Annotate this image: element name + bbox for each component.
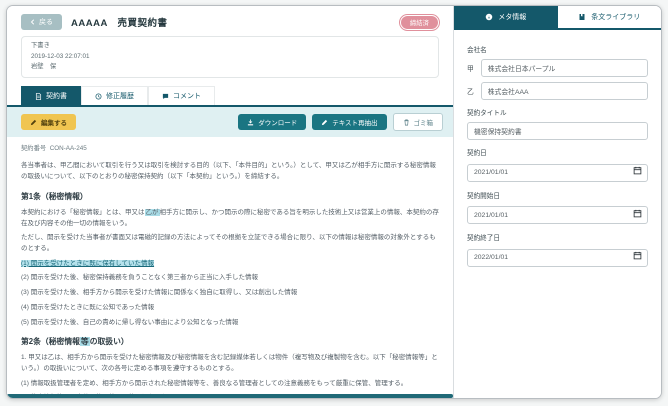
contract-date-field: [467, 161, 648, 182]
clock-icon: [95, 93, 102, 100]
book-icon: [579, 14, 585, 20]
contract-date-label: 契約日: [467, 150, 487, 157]
article2-heading-post: の取扱い）: [89, 337, 129, 347]
company-name-label: 会社名: [467, 47, 487, 54]
end-date-label: 契約終了日: [467, 235, 500, 242]
draft-datetime: 2019-12-03 22:07:01: [31, 52, 90, 60]
end-date-field: [467, 246, 648, 267]
clause-item: (3) 開示を受けた後、相手方から開示を受けた情報に関係なく独自に取得し、又は創…: [21, 289, 298, 297]
tab-comments-label: コメント: [173, 93, 201, 101]
party-b-row: 乙: [467, 82, 648, 100]
contract-panel: 戻る AAAAA 売買契約書 締結済 下書き 2019-12-03 22:07:…: [7, 6, 453, 398]
contract-intro-paragraph: 各当事者は、甲乙間において取引を行う又は取引を検討する目的（以下、「本件目的」と…: [21, 162, 436, 181]
contract-date-input[interactable]: [467, 163, 648, 182]
tab-contract-label: 契約書: [46, 93, 67, 101]
article1-proviso: ただし、開示を受けた当事者が書面又は電磁的記録の方法によってその根拠を立証できる…: [21, 234, 436, 252]
article2-heading: 第2条（秘密情報等の取扱い）: [21, 336, 439, 349]
highlighted-clause-link[interactable]: (1) 開示を受けたときに既に保有していた情報: [21, 259, 155, 267]
tab-clause-library-label: 条文ライブラリ: [591, 14, 641, 21]
app-window: 戻る AAAAA 売買契約書 締結済 下書き 2019-12-03 22:07:…: [6, 5, 662, 399]
page-title: AAAAA 売買契約書: [71, 18, 168, 29]
clause-item: (4) 開示を受けたときに既に公知であった情報: [21, 303, 155, 311]
tab-contract[interactable]: 契約書: [21, 86, 81, 106]
tab-clause-library[interactable]: 条文ライブラリ: [557, 6, 661, 28]
document-icon: [35, 92, 42, 100]
status-badge: 締結済: [399, 14, 439, 30]
trash-button[interactable]: ゴミ箱: [392, 113, 443, 132]
party-a-row: 甲: [467, 59, 648, 77]
contract-number-value: CON-AA-245: [49, 145, 87, 153]
article1-paragraph: 本契約における「秘密情報」とは、甲又は乙が相手方に開示し、かつ開示の際に秘密であ…: [21, 208, 439, 229]
info-circle-icon: [486, 13, 493, 21]
tab-meta-info[interactable]: メタ情報: [454, 6, 558, 28]
download-button[interactable]: ダウンロード: [238, 114, 307, 131]
edit-button-label: 編集する: [41, 120, 67, 128]
contract-title-label: 契約タイトル: [467, 110, 507, 117]
pencil-icon: [30, 119, 37, 125]
edit-button[interactable]: 編集する: [21, 114, 76, 131]
party-a-prefix: 甲: [467, 66, 474, 73]
tab-revision-history[interactable]: 修正履歴: [81, 86, 148, 106]
article2-highlighted-text[interactable]: 等: [79, 337, 90, 347]
reextract-text-button[interactable]: テキスト再抽出: [312, 114, 387, 131]
start-date-label: 契約開始日: [467, 192, 500, 200]
article1-highlighted-text[interactable]: 乙が: [144, 208, 160, 216]
horizontal-scrollbar[interactable]: [7, 394, 453, 398]
article2-clause1: 1. 甲又は乙は、相手方から開示を受けた秘密情報及び秘密情報を含む記録媒体若しく…: [21, 354, 438, 372]
article2-heading-pre: 第2条（秘密情報: [21, 337, 80, 347]
end-date-input[interactable]: [467, 248, 648, 267]
pencil-icon: [322, 119, 328, 125]
meta-info-form: 会社名 甲 乙 契約タイトル 契約日 契約開始日 契約終了日: [454, 30, 661, 282]
document-tabbar: 契約書 修正履歴 コメント: [7, 86, 453, 108]
contract-title-input[interactable]: [467, 122, 648, 140]
article1-heading: 第1条（秘密情報）: [21, 191, 88, 201]
document-toolbar: 編集する ダウンロード テキスト再抽出 ゴミ箱: [7, 107, 453, 137]
clause-item: (1) 開示を受けたときに既に保有していた情報: [21, 259, 439, 270]
draft-author: 岩壁 保: [31, 63, 57, 71]
download-button-label: ダウンロード: [258, 120, 298, 128]
download-icon: [248, 119, 254, 125]
contract-number-label: 契約番号: [21, 145, 47, 153]
contract-content-area: 編集する ダウンロード テキスト再抽出 ゴミ箱 契約番号 CON-AA-245: [7, 107, 453, 398]
reextract-text-button-label: テキスト再抽出: [332, 120, 378, 128]
back-button[interactable]: 戻る: [21, 14, 62, 30]
comment-icon: [162, 93, 169, 99]
start-date-input[interactable]: [467, 206, 648, 224]
start-date-field: [467, 204, 648, 224]
trash-button-label: ゴミ箱: [413, 120, 434, 128]
clause-item: (5) 開示を受けた後、自己の責めに帰し得ない事由により公知となった情報: [21, 318, 239, 326]
party-b-prefix: 乙: [467, 89, 474, 96]
sidebar-tabbar: メタ情報 条文ライブラリ: [454, 6, 661, 30]
draft-info-box: 下書き 2019-12-03 22:07:01 岩壁 保: [21, 36, 439, 79]
back-button-label: 戻る: [39, 19, 53, 26]
contract-header: 戻る AAAAA 売買契約書 締結済: [7, 6, 453, 33]
trash-icon: [403, 119, 409, 126]
contract-number: 契約番号 CON-AA-245: [21, 144, 439, 154]
article1-text-pre: 本契約における「秘密情報」とは、甲又は: [21, 208, 145, 216]
chevron-left-icon: [30, 19, 35, 25]
contract-document: 契約番号 CON-AA-245 各当事者は、甲乙間において取引を行う又は取引を検…: [7, 137, 453, 394]
tab-comments[interactable]: コメント: [148, 86, 215, 106]
draft-status: 下書き: [31, 42, 50, 49]
tab-revision-history-label: 修正履歴: [106, 93, 134, 101]
meta-sidebar: メタ情報 条文ライブラリ 会社名 甲 乙 契約タイトル 契約日: [453, 6, 661, 398]
party-a-input[interactable]: [480, 59, 648, 77]
party-b-input[interactable]: [480, 82, 648, 100]
clause-item: (1) 情報取扱管理者を定め、相手方から開示された秘密情報等を、善良なる管理者と…: [21, 379, 408, 387]
clause-item: (2) 開示を受けた後、秘密保持義務を負うことなく第三者から正当に入手した情報: [21, 274, 259, 282]
tab-meta-info-label: メタ情報: [498, 14, 527, 21]
